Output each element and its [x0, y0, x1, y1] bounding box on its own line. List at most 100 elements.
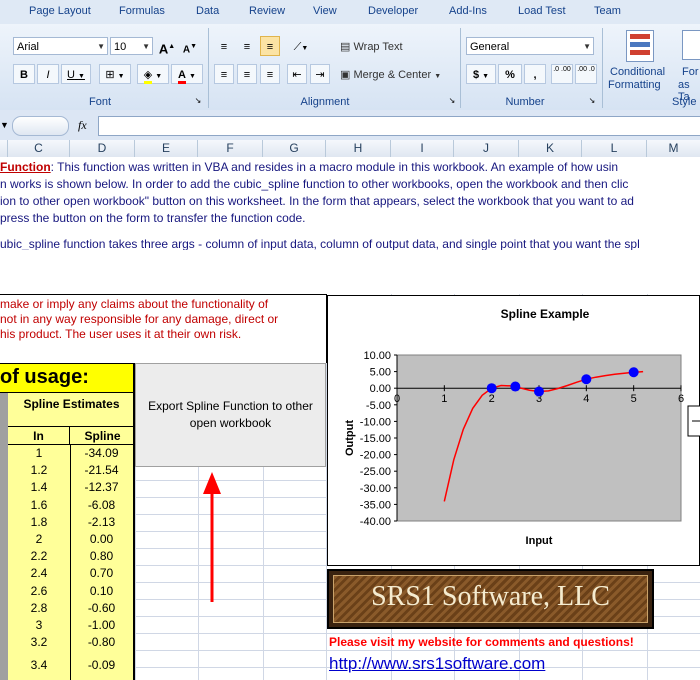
orientation-icon[interactable]: ⟋▼ [286, 36, 316, 56]
column-header-m[interactable]: M [647, 140, 700, 157]
increase-indent-icon[interactable]: ⇥ [310, 64, 330, 84]
font-size-value: 10 [114, 41, 127, 53]
cell-spline[interactable]: 0.70 [70, 565, 133, 582]
font-color-button[interactable]: A ▼ [171, 64, 203, 84]
cell-spline[interactable]: -0.80 [70, 634, 133, 651]
cell-spline[interactable]: -6.08 [70, 497, 133, 514]
column-header-c[interactable]: C [8, 140, 70, 157]
tab-developer[interactable]: Developer [368, 5, 418, 17]
column-header-g[interactable]: G [263, 140, 326, 157]
decrease-indent-icon[interactable]: ⇤ [287, 64, 307, 84]
tab-add-ins[interactable]: Add-Ins [449, 5, 487, 17]
name-box-dropdown-icon[interactable]: ▼ [0, 117, 9, 133]
args-line: ubic_spline function takes three args - … [0, 237, 640, 251]
column-header-f[interactable]: F [198, 140, 263, 157]
column-header-b[interactable] [0, 140, 8, 157]
export-spline-button[interactable]: Export Spline Function to other open wor… [135, 363, 326, 467]
disclaimer-line-3: his product. The user uses it at their o… [0, 327, 242, 341]
font-name-combo[interactable]: Arial ▼ [13, 37, 108, 55]
shrink-font-button[interactable]: A▼ [180, 36, 200, 56]
percent-button[interactable]: % [498, 64, 522, 84]
number-format-combo[interactable]: General ▼ [466, 37, 594, 55]
cell-in[interactable]: 3.4 [8, 657, 70, 674]
tab-team[interactable]: Team [594, 5, 621, 17]
wrap-text-button[interactable]: ▤ Wrap Text [339, 36, 419, 56]
tab-review[interactable]: Review [249, 5, 285, 17]
borders-button[interactable]: ⊞ ▼ [99, 64, 131, 84]
align-middle-icon[interactable]: ≡ [237, 36, 257, 56]
cell-spline[interactable]: 0.10 [70, 583, 133, 600]
cell-in[interactable]: 1.6 [8, 497, 70, 514]
intro-line-3: ion to other open workbook" button on th… [0, 194, 634, 208]
spline-estimates-header: Spline Estimates [8, 393, 135, 427]
column-header-d[interactable]: D [70, 140, 135, 157]
intro-line-2: n works is shown below. In order to add … [0, 177, 629, 191]
cell-spline[interactable]: 0.00 [70, 531, 133, 548]
tab-page-layout[interactable]: Page Layout [29, 5, 91, 17]
cell-in[interactable]: 2.2 [8, 548, 70, 565]
format-as-table-button[interactable]: For as Ta [678, 28, 700, 100]
cell-in[interactable]: 2.6 [8, 583, 70, 600]
conditional-formatting-button[interactable]: Conditional Formatting [606, 28, 676, 100]
decrease-decimal-button[interactable]: .00 .0 [575, 64, 597, 84]
currency-button[interactable]: $ ▼ [466, 64, 496, 84]
x-tick-label: 2 [489, 393, 495, 405]
italic-button[interactable]: I [37, 64, 59, 84]
alignment-dialog-launcher-icon[interactable]: ↘ [447, 90, 457, 110]
bold-button[interactable]: B [13, 64, 35, 84]
cell-spline[interactable]: -12.37 [70, 479, 133, 496]
tab-load-test[interactable]: Load Test [518, 5, 566, 17]
merge-center-button[interactable]: ▣ Merge & Center ▼ [339, 64, 455, 84]
cell-in[interactable]: 1 [8, 445, 70, 462]
wrap-text-label: Wrap Text [353, 41, 403, 53]
website-link[interactable]: http://www.srs1software.com [329, 654, 545, 674]
formula-bar-expander[interactable] [12, 116, 69, 136]
logo-text: SRS1 Software, LLC [371, 581, 610, 612]
cell-in[interactable]: 1.8 [8, 514, 70, 531]
cell-spline[interactable]: 0.80 [70, 548, 133, 565]
font-dialog-launcher-icon[interactable]: ↘ [193, 90, 203, 110]
column-header-j[interactable]: J [454, 140, 519, 157]
formula-input[interactable] [98, 116, 700, 136]
cell-spline[interactable]: -2.13 [70, 514, 133, 531]
cell-spline[interactable]: -0.60 [70, 600, 133, 617]
cell-in[interactable]: 3 [8, 617, 70, 634]
grow-font-button[interactable]: A▲ [157, 36, 177, 56]
cell-in[interactable]: 2.4 [8, 565, 70, 582]
cell-spline[interactable]: -34.09 [70, 445, 133, 462]
underline-button[interactable]: U ▼ [61, 64, 91, 84]
number-dialog-launcher-icon[interactable]: ↘ [587, 90, 597, 110]
cell-spline[interactable]: -0.09 [70, 657, 133, 674]
align-right-icon[interactable]: ≡ [260, 64, 280, 84]
cell-in[interactable]: 2.8 [8, 600, 70, 617]
spline-chart[interactable]: Spline Example 10.00 5.00 0.00 -5.00 -10.00 -1… [327, 295, 700, 566]
tab-data[interactable]: Data [196, 5, 219, 17]
increase-decimal-button[interactable]: .0 .00 [551, 64, 573, 84]
column-header-h[interactable]: H [326, 140, 391, 157]
insert-function-icon[interactable]: fx [78, 118, 87, 133]
cell-spline[interactable]: -1.00 [70, 617, 133, 634]
tab-view[interactable]: View [313, 5, 337, 17]
x-tick-label: 1 [441, 393, 447, 405]
x-tick-label: 0 [394, 393, 400, 405]
cell-in[interactable]: 1.4 [8, 479, 70, 496]
x-axis-label: Input [526, 535, 553, 547]
cell-spline[interactable]: -21.54 [70, 462, 133, 479]
column-header-e[interactable]: E [135, 140, 198, 157]
alignment-group-label: Alignment [300, 96, 350, 108]
align-bottom-icon[interactable]: ≡ [260, 36, 280, 56]
tab-formulas[interactable]: Formulas [119, 5, 165, 17]
column-header-i[interactable]: I [391, 140, 454, 157]
font-size-combo[interactable]: 10 ▼ [110, 37, 153, 55]
y-tick-label: 10.00 [363, 350, 391, 362]
cell-in[interactable]: 3.2 [8, 634, 70, 651]
fill-color-button[interactable]: ◈ ▼ [137, 64, 169, 84]
column-header-k[interactable]: K [519, 140, 582, 157]
column-header-l[interactable]: L [582, 140, 647, 157]
align-center-icon[interactable]: ≡ [237, 64, 257, 84]
align-top-icon[interactable]: ≡ [214, 36, 234, 56]
cell-in[interactable]: 2 [8, 531, 70, 548]
cell-in[interactable]: 1.2 [8, 462, 70, 479]
align-left-icon[interactable]: ≡ [214, 64, 234, 84]
comma-button[interactable]: , [524, 64, 546, 84]
